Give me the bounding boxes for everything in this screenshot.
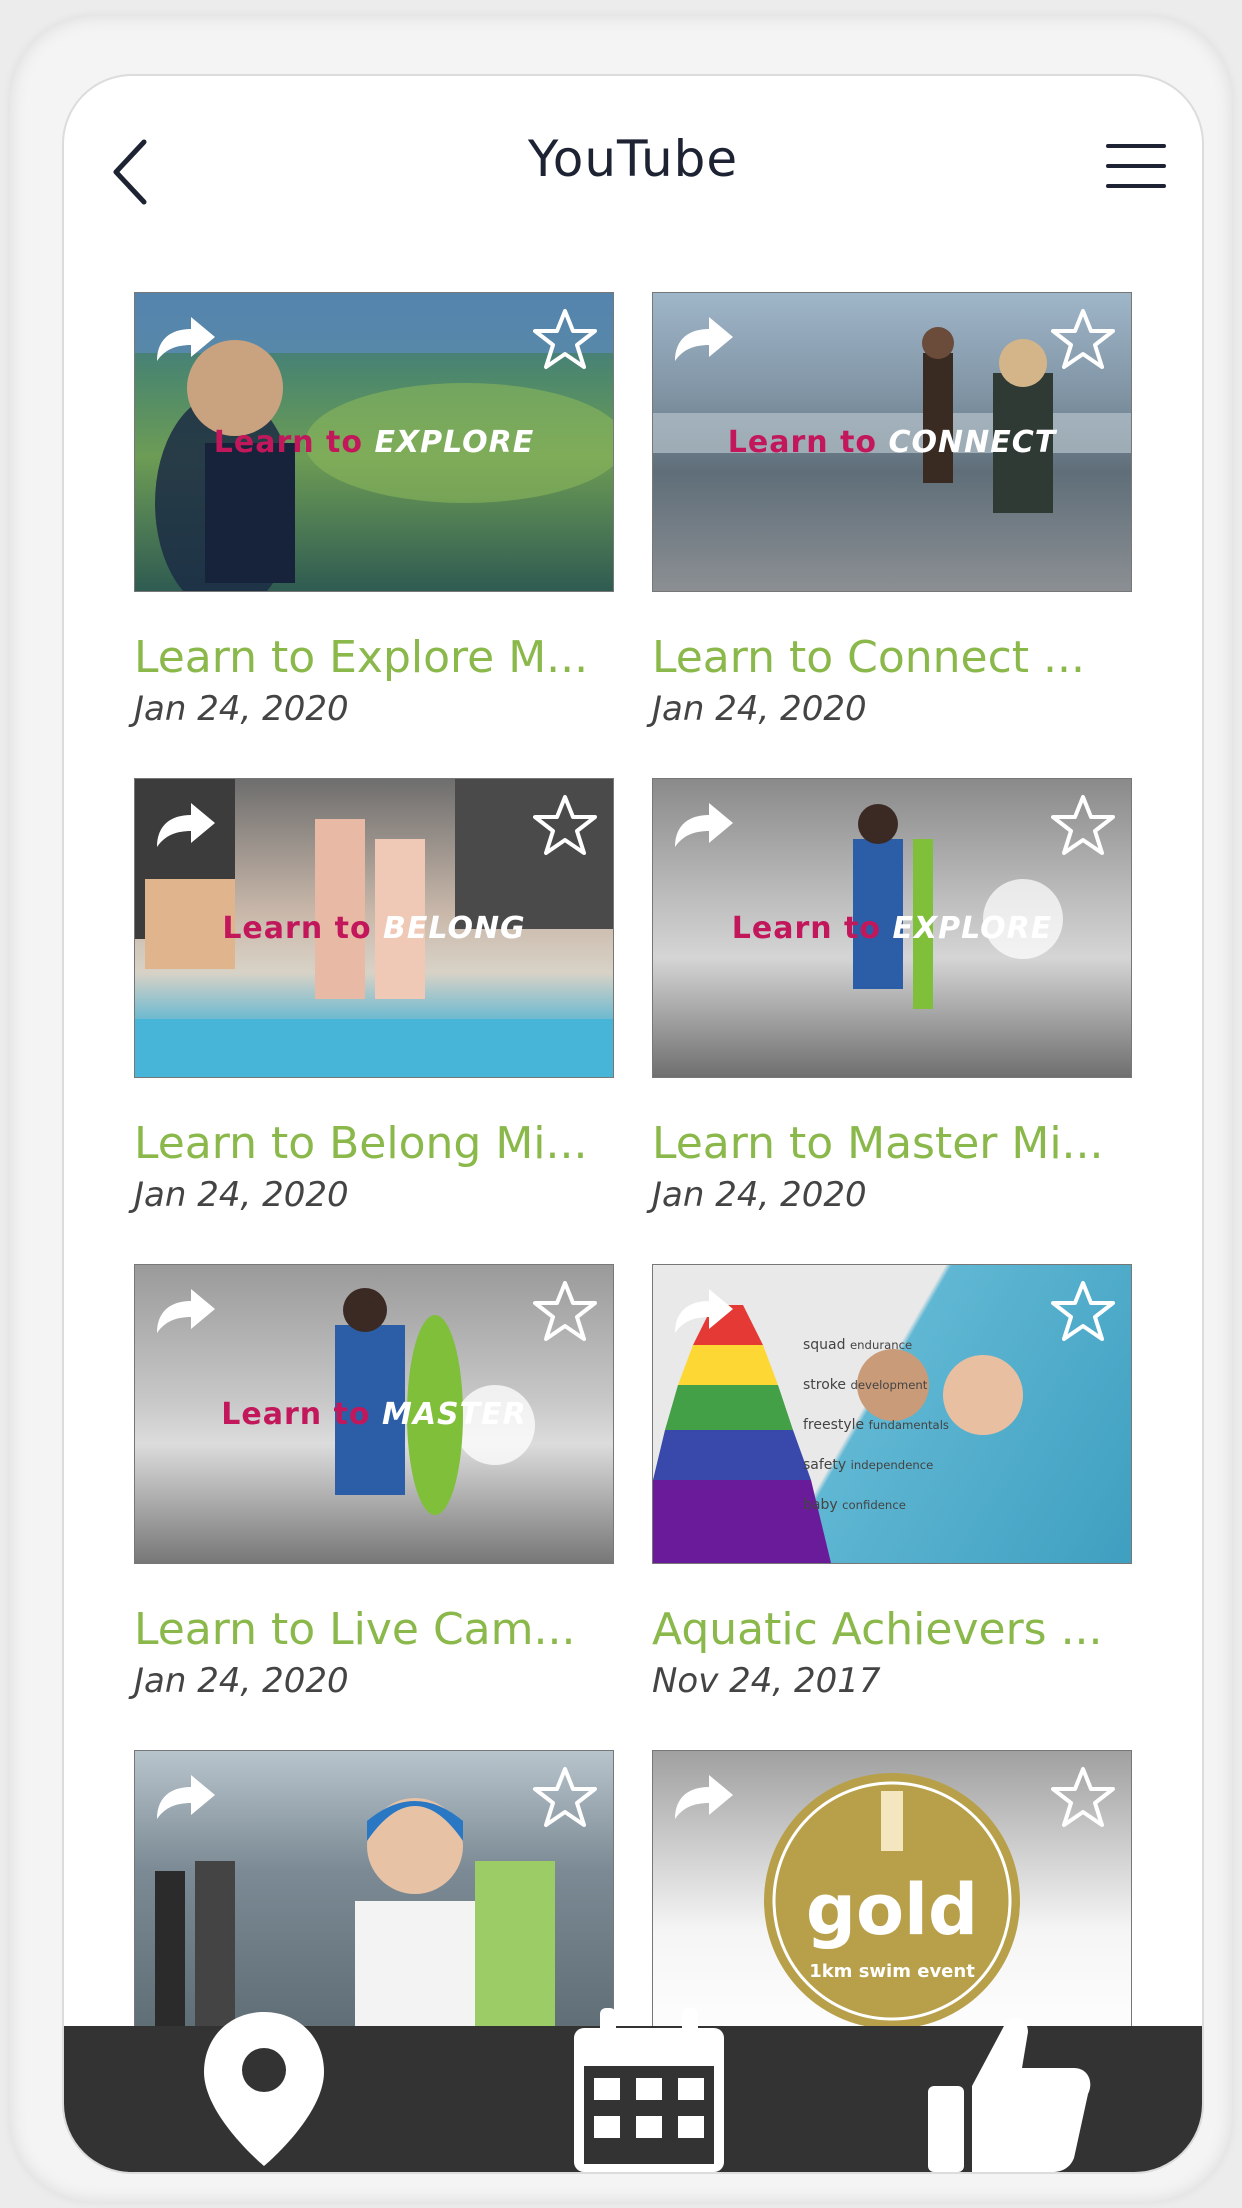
star-icon[interactable] bbox=[1051, 1279, 1115, 1343]
video-card[interactable]: Learn to BELONG Learn to Belong Mi... Ja… bbox=[134, 778, 614, 1215]
video-thumbnail[interactable]: Learn to CONNECT bbox=[652, 292, 1132, 592]
thumbs-up-icon bbox=[928, 2018, 1091, 2172]
star-icon[interactable] bbox=[1051, 793, 1115, 857]
overlay-prefix: Learn to bbox=[222, 911, 372, 946]
pyramid-label: baby bbox=[803, 1497, 838, 1513]
badge-sub-text: 1km swim event bbox=[809, 1961, 975, 1982]
overlay-prefix: Learn to bbox=[221, 1397, 371, 1432]
star-icon[interactable] bbox=[533, 1279, 597, 1343]
video-title[interactable]: Learn to Explore M... bbox=[134, 632, 612, 683]
calendar-icon bbox=[574, 2008, 724, 2172]
share-icon[interactable] bbox=[667, 1769, 737, 1825]
overlay-word: CONNECT bbox=[888, 425, 1057, 460]
location-pin-icon bbox=[204, 2012, 324, 2166]
pyramid-sublabel: development bbox=[850, 1378, 928, 1392]
share-icon[interactable] bbox=[149, 1769, 219, 1825]
pyramid-label: freestyle bbox=[803, 1417, 865, 1433]
share-icon[interactable] bbox=[667, 311, 737, 367]
tab-calendar[interactable] bbox=[564, 2006, 734, 2172]
video-thumbnail[interactable]: Learn to BELONG bbox=[134, 778, 614, 1078]
pyramid-sublabel: fundamentals bbox=[868, 1418, 949, 1432]
star-icon[interactable] bbox=[533, 793, 597, 857]
hamburger-line bbox=[1106, 144, 1166, 148]
video-title[interactable]: Learn to Master Mi... bbox=[652, 1118, 1130, 1169]
video-date: Jan 24, 2020 bbox=[652, 689, 867, 729]
video-title[interactable]: Learn to Connect ... bbox=[652, 632, 1130, 683]
overlay-prefix: Learn to bbox=[731, 911, 882, 946]
pyramid-sublabel: endurance bbox=[849, 1338, 913, 1352]
thumbnail-overlay-text: Learn to CONNECT bbox=[653, 425, 1131, 460]
overlay-prefix: Learn to bbox=[213, 425, 364, 460]
share-icon[interactable] bbox=[667, 1283, 737, 1339]
video-title[interactable]: Learn to Live Cam... bbox=[134, 1604, 612, 1655]
badge-main-text: gold bbox=[805, 1869, 979, 1951]
video-card[interactable]: squad endurance stroke development frees… bbox=[652, 1264, 1132, 1701]
video-date: Jan 24, 2020 bbox=[134, 1661, 349, 1701]
star-icon[interactable] bbox=[533, 307, 597, 371]
share-icon[interactable] bbox=[667, 797, 737, 853]
video-card[interactable]: gold 1km swim event bbox=[652, 1750, 1132, 2050]
star-icon[interactable] bbox=[1051, 307, 1115, 371]
pyramid-label: safety bbox=[803, 1457, 847, 1473]
overlay-word: EXPLORE bbox=[892, 911, 1053, 946]
share-icon[interactable] bbox=[149, 311, 219, 367]
menu-button[interactable] bbox=[1106, 144, 1166, 194]
star-icon[interactable] bbox=[533, 1765, 597, 1829]
video-card[interactable]: Learn to EXPLORE Learn to Master Mi... J… bbox=[652, 778, 1132, 1215]
video-date: Jan 24, 2020 bbox=[652, 1175, 867, 1215]
pyramid-sublabel: confidence bbox=[842, 1498, 906, 1512]
tab-likes[interactable] bbox=[924, 2006, 1094, 2172]
video-thumbnail[interactable]: Learn to EXPLORE bbox=[652, 778, 1132, 1078]
video-title[interactable]: Aquatic Achievers ... bbox=[652, 1604, 1130, 1655]
pyramid-label: squad bbox=[803, 1337, 846, 1353]
video-thumbnail[interactable] bbox=[134, 1750, 614, 2050]
video-date: Jan 24, 2020 bbox=[134, 1175, 349, 1215]
thumbnail-overlay-text: Learn to BELONG bbox=[135, 911, 613, 946]
thumbnail-overlay-text: Learn to EXPLORE bbox=[135, 425, 613, 460]
app-screen: YouTube Learn to EXPLORE Learn to Explor… bbox=[62, 74, 1204, 2174]
video-title[interactable]: Learn to Belong Mi... bbox=[134, 1118, 612, 1169]
pyramid-labels: squad endurance stroke development frees… bbox=[803, 1325, 949, 1525]
video-thumbnail[interactable]: squad endurance stroke development frees… bbox=[652, 1264, 1132, 1564]
hamburger-line bbox=[1106, 184, 1166, 188]
page-title: YouTube bbox=[527, 130, 739, 188]
device-frame: YouTube Learn to EXPLORE Learn to Explor… bbox=[10, 16, 1232, 2202]
video-card[interactable]: Learn to MASTER Learn to Live Cam... Jan… bbox=[134, 1264, 614, 1701]
bottom-nav bbox=[64, 2008, 1202, 2172]
tab-location[interactable] bbox=[194, 2006, 334, 2172]
pyramid-label: stroke bbox=[803, 1377, 847, 1393]
share-icon[interactable] bbox=[149, 797, 219, 853]
pyramid-sublabel: independence bbox=[850, 1458, 934, 1472]
video-date: Jan 24, 2020 bbox=[134, 689, 349, 729]
video-card[interactable]: Learn to EXPLORE Learn to Explore M... J… bbox=[134, 292, 614, 729]
overlay-word: BELONG bbox=[383, 911, 526, 946]
share-icon[interactable] bbox=[149, 1283, 219, 1339]
star-icon[interactable] bbox=[1051, 1765, 1115, 1829]
hamburger-line bbox=[1106, 164, 1166, 168]
header: YouTube bbox=[64, 76, 1202, 256]
video-thumbnail[interactable]: Learn to MASTER bbox=[134, 1264, 614, 1564]
video-thumbnail[interactable]: gold 1km swim event bbox=[652, 1750, 1132, 2050]
thumbnail-overlay-text: Learn to EXPLORE bbox=[653, 911, 1131, 946]
video-card[interactable] bbox=[134, 1750, 614, 2050]
overlay-word: MASTER bbox=[381, 1397, 527, 1432]
video-thumbnail[interactable]: Learn to EXPLORE bbox=[134, 292, 614, 592]
video-date: Nov 24, 2017 bbox=[652, 1661, 881, 1701]
video-card[interactable]: Learn to CONNECT Learn to Connect ... Ja… bbox=[652, 292, 1132, 729]
thumbnail-overlay-text: Learn to MASTER bbox=[135, 1397, 613, 1432]
overlay-prefix: Learn to bbox=[727, 425, 878, 460]
overlay-word: EXPLORE bbox=[374, 425, 535, 460]
